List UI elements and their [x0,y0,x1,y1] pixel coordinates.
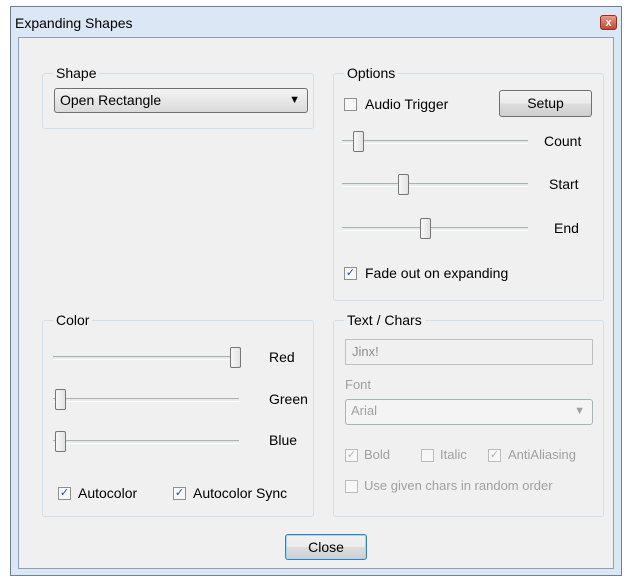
close-button[interactable]: Close [285,534,367,560]
text-chars-group: Text / Chars Jinx! Font Arial ▼ ✓ Bold I… [333,312,604,517]
chevron-down-icon: ▼ [289,94,300,106]
autocolor-label: Autocolor [78,485,138,501]
audio-trigger-label: Audio Trigger [365,96,449,112]
end-label: End [554,220,579,236]
font-combo-value: Arial [351,403,378,418]
window-close-icon[interactable]: x [600,15,617,30]
font-combo[interactable]: Arial ▼ [345,399,593,425]
red-slider-thumb[interactable] [230,347,241,368]
count-slider-thumb[interactable] [352,131,364,152]
options-group: Options Audio Trigger Setup Count Start … [333,65,604,301]
start-slider[interactable] [340,173,532,197]
italic-checkbox[interactable] [421,449,434,462]
count-slider[interactable] [340,130,532,154]
shape-combo[interactable]: Open Rectangle ▼ [54,88,308,113]
color-group: Color Red Green Blue ✓ Autocolor ✓ Autoc… [42,312,314,517]
start-slider-thumb[interactable] [397,174,409,195]
audio-trigger-checkbox[interactable] [344,98,357,111]
end-slider-thumb[interactable] [420,218,432,239]
shape-group-label: Shape [53,65,100,81]
autocolor-sync-checkbox[interactable]: ✓ [173,487,186,500]
shape-combo-value: Open Rectangle [60,92,162,108]
green-slider-thumb[interactable] [55,389,66,410]
bold-checkbox[interactable]: ✓ [345,449,358,462]
text-input[interactable]: Jinx! [345,339,593,365]
blue-slider-thumb[interactable] [55,431,66,452]
chevron-down-icon: ▼ [574,405,585,417]
title-bar[interactable]: Expanding Shapes x [11,7,621,37]
expanding-shapes-window: Expanding Shapes x Shape Open Rectangle … [10,6,622,576]
end-slider[interactable] [340,217,532,241]
autocolor-sync-label: Autocolor Sync [193,485,288,501]
random-order-checkbox[interactable] [345,480,358,493]
random-order-label: Use given chars in random order [364,478,553,493]
green-slider[interactable] [51,388,245,412]
blue-label: Blue [269,432,298,448]
shape-group: Shape Open Rectangle ▼ [42,65,314,129]
fade-out-checkbox[interactable]: ✓ [344,267,357,280]
start-label: Start [549,176,579,192]
color-group-label: Color [53,312,93,328]
fade-out-label: Fade out on expanding [365,265,509,281]
count-label: Count [544,133,582,149]
red-slider[interactable] [51,346,245,370]
red-label: Red [269,349,295,365]
italic-label: Italic [440,447,467,462]
dialog-client-area: Shape Open Rectangle ▼ Options Audio Tri… [18,37,614,569]
bold-label: Bold [364,447,391,462]
green-label: Green [269,391,308,407]
setup-button[interactable]: Setup [499,90,592,117]
autocolor-checkbox[interactable]: ✓ [58,487,71,500]
antialiasing-label: AntiAliasing [508,447,576,462]
blue-slider[interactable] [51,430,245,454]
text-chars-group-label: Text / Chars [344,312,425,328]
antialiasing-checkbox[interactable]: ✓ [488,449,501,462]
window-title: Expanding Shapes [15,15,133,31]
font-label: Font [345,377,372,392]
options-group-label: Options [344,65,399,81]
